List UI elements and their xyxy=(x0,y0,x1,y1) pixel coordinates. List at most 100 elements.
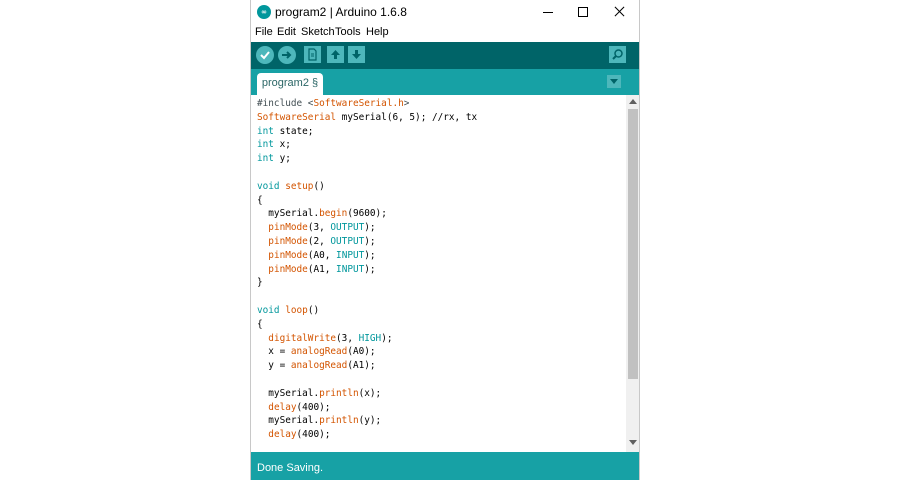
code-line: ​ xyxy=(257,166,477,180)
code-token: OUTPUT xyxy=(330,235,365,247)
code-line: } xyxy=(257,276,477,290)
code-line: { xyxy=(257,318,477,332)
save-icon xyxy=(352,50,361,59)
code-token: mySerial. xyxy=(257,415,320,427)
code-token: pinMode xyxy=(268,235,308,247)
code-token: int xyxy=(257,153,274,165)
code-line: void loop() xyxy=(257,304,477,318)
code-line: void setup() xyxy=(257,180,477,194)
code-line: SoftwareSerial mySerial(6, 5); //rx, tx xyxy=(257,111,477,125)
code-token: setup xyxy=(285,180,314,192)
status-bar: Done Saving. xyxy=(251,452,639,480)
tab-menu-button[interactable] xyxy=(607,75,621,88)
code-editor[interactable]: #include <SoftwareSerial.h> SoftwareSeria… xyxy=(251,95,626,452)
code-token: HIGH xyxy=(358,332,382,344)
code-token: ); xyxy=(364,222,376,234)
code-line: delay(400); xyxy=(257,428,477,442)
code-token: digitalWrite xyxy=(268,332,337,344)
code-line: mySerial.println(y); xyxy=(257,414,477,428)
code-token: delay xyxy=(268,429,297,441)
code-token: ); xyxy=(364,235,376,247)
code-line: mySerial.println(x); xyxy=(257,387,477,401)
code-token: (A0, xyxy=(307,249,337,261)
code-token: (3, xyxy=(336,332,359,344)
code-line: digitalWrite(3, HIGH); xyxy=(257,332,477,346)
serial-monitor-button[interactable] xyxy=(609,46,626,63)
new-button[interactable] xyxy=(304,46,321,63)
menu-tools[interactable]: Tools xyxy=(335,26,361,38)
code-token: OUTPUT xyxy=(330,222,365,234)
code-token: pinMode xyxy=(268,222,308,234)
code-line: y = analogRead(A1); xyxy=(257,359,477,373)
new-icon xyxy=(308,48,317,61)
code-token: delay xyxy=(268,401,297,413)
toolbar xyxy=(251,42,639,69)
close-button[interactable] xyxy=(601,0,637,24)
upload-button[interactable] xyxy=(278,46,296,64)
code-text: #include <SoftwareSerial.h> SoftwareSeria… xyxy=(257,97,477,442)
verify-button[interactable] xyxy=(256,46,274,64)
save-button[interactable] xyxy=(348,46,365,63)
code-token: ); xyxy=(364,249,376,261)
code-token: x = xyxy=(257,346,291,358)
code-token: pinMode xyxy=(268,263,308,275)
code-line: mySerial.begin(9600); xyxy=(257,207,477,221)
code-line: int state; xyxy=(257,125,477,139)
minimize-icon xyxy=(543,12,553,13)
menu-sketch[interactable]: Sketch xyxy=(301,26,335,38)
code-line: { xyxy=(257,194,477,208)
code-line: pinMode(2, OUTPUT); xyxy=(257,235,477,249)
code-token: SoftwareSerial.h xyxy=(313,98,404,109)
tab-program2[interactable]: program2 § xyxy=(257,73,323,95)
code-line: #include <SoftwareSerial.h> xyxy=(257,97,477,111)
code-line: pinMode(A0, INPUT); xyxy=(257,249,477,263)
code-token: INPUT xyxy=(336,249,365,261)
window-title: program2 | Arduino 1.6.8 xyxy=(275,5,407,19)
scroll-up-icon[interactable] xyxy=(629,99,637,104)
code-token: y; xyxy=(273,153,291,165)
code-token: println xyxy=(319,387,359,399)
magnifier-icon xyxy=(612,49,623,60)
open-button[interactable] xyxy=(327,46,344,63)
menu-file[interactable]: File xyxy=(255,26,273,38)
code-token: int xyxy=(257,125,274,137)
code-token: begin xyxy=(319,208,348,220)
code-token: (2, xyxy=(307,235,331,247)
code-token: analogRead xyxy=(290,346,348,358)
code-token: mySerial(6, 5); //rx, tx xyxy=(336,111,478,123)
code-token: (9600); xyxy=(347,208,387,220)
vertical-scrollbar[interactable] xyxy=(626,95,639,452)
code-token: (A1); xyxy=(347,360,376,372)
code-token: ); xyxy=(364,263,376,275)
code-line: ​ xyxy=(257,290,477,304)
code-token: println xyxy=(319,415,359,427)
maximize-icon xyxy=(578,7,588,17)
code-token: (y); xyxy=(358,415,382,427)
code-token: { xyxy=(257,318,263,330)
code-token: state; xyxy=(273,125,314,137)
scroll-down-icon[interactable] xyxy=(629,440,637,445)
minimize-button[interactable] xyxy=(529,0,565,24)
code-line: pinMode(3, OUTPUT); xyxy=(257,221,477,235)
menu-help[interactable]: Help xyxy=(366,26,389,38)
code-token: y = xyxy=(257,360,291,372)
code-token: > xyxy=(403,98,410,109)
code-token: (400); xyxy=(296,429,331,441)
menu-edit[interactable]: Edit xyxy=(277,26,296,38)
code-token: mySerial. xyxy=(257,208,320,220)
scrollbar-thumb[interactable] xyxy=(628,109,638,379)
maximize-button[interactable] xyxy=(565,0,601,24)
code-line: int y; xyxy=(257,152,477,166)
code-token: (3, xyxy=(307,222,331,234)
code-token: SoftwareSerial xyxy=(257,111,337,123)
code-token: #include < xyxy=(257,98,314,109)
arduino-window: ∞ program2 | Arduino 1.6.8 File Edit Ske… xyxy=(250,0,640,480)
open-icon xyxy=(331,50,340,59)
code-token: x; xyxy=(273,139,291,151)
